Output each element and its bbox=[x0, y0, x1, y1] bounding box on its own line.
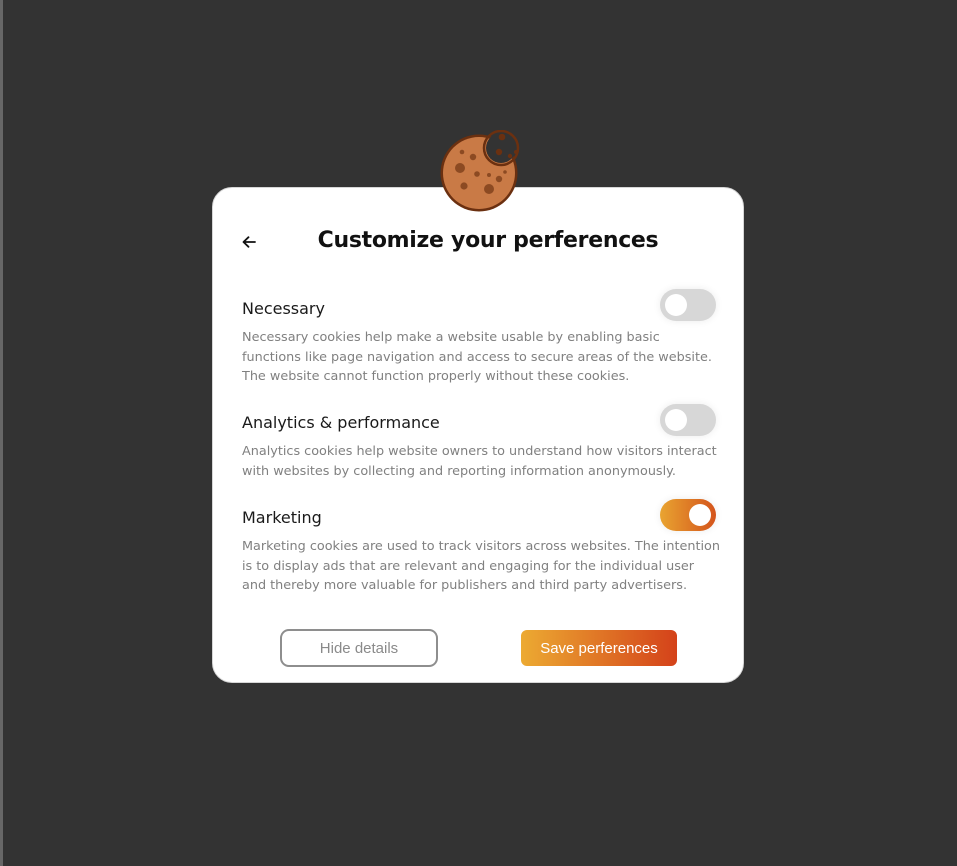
section-name: Analytics & performance bbox=[242, 413, 440, 432]
toggle-knob bbox=[665, 409, 687, 431]
section-description: Analytics cookies help website owners to… bbox=[242, 444, 717, 479]
toggle-knob bbox=[665, 294, 687, 316]
section-marketing: Marketing Marketing cookies are used to … bbox=[242, 508, 720, 596]
section-analytics: Analytics & performance Analytics cookie… bbox=[242, 413, 720, 481]
toggle-necessary[interactable] bbox=[660, 289, 716, 321]
cookie-icon bbox=[440, 130, 520, 212]
section-name: Necessary bbox=[242, 299, 325, 318]
page-edge bbox=[0, 0, 3, 866]
section-necessary: Necessary Necessary cookies help make a … bbox=[242, 299, 720, 387]
toggle-analytics[interactable] bbox=[660, 404, 716, 436]
section-name: Marketing bbox=[242, 508, 322, 527]
cookie-preferences-dialog: Customize your perferences Necessary Nec… bbox=[212, 187, 744, 683]
hide-details-button[interactable]: Hide details bbox=[280, 629, 438, 667]
section-description: Marketing cookies are used to track visi… bbox=[242, 539, 720, 594]
toggle-marketing[interactable] bbox=[660, 499, 716, 531]
save-preferences-button[interactable]: Save perferences bbox=[521, 630, 677, 666]
toggle-knob bbox=[689, 504, 711, 526]
section-description: Necessary cookies help make a website us… bbox=[242, 330, 712, 385]
dialog-title: Customize your perferences bbox=[317, 228, 659, 253]
